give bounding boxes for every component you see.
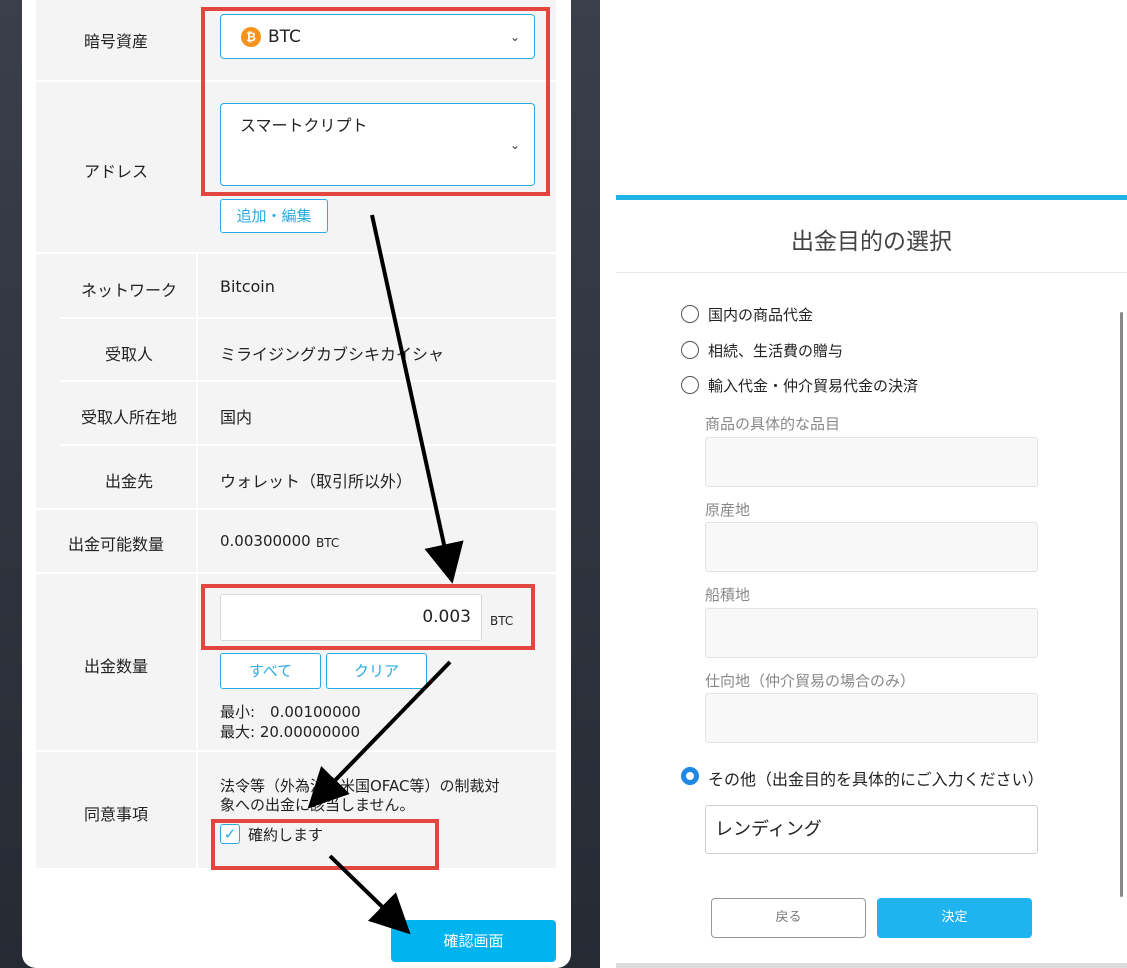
option-label[interactable]: 国内の商品代金	[708, 304, 813, 325]
max-amount-text: 最大: 20.00000000	[220, 723, 361, 741]
amount-label: 出金数量	[83, 657, 148, 676]
available-value: 0.00300000	[220, 532, 311, 550]
ok-button[interactable]: 決定	[877, 898, 1032, 938]
highlight-box-checkbox	[211, 819, 439, 870]
other-purpose-input[interactable]: レンディング	[705, 805, 1038, 854]
consent-text-line2: 象への出金に該当しません。	[220, 796, 415, 814]
available-unit: BTC	[316, 536, 340, 550]
modal-scrollbar[interactable]	[1120, 312, 1123, 897]
field-label: 船積地	[705, 586, 751, 604]
highlight-box-amount	[201, 584, 535, 650]
radio-inheritance-gift[interactable]	[681, 341, 699, 359]
clear-button[interactable]: クリア	[326, 653, 427, 689]
field-label: 原産地	[705, 501, 751, 519]
destination-field[interactable]	[705, 693, 1038, 743]
option-label[interactable]: 輸入代金・仲介貿易代金の決済	[708, 375, 918, 396]
column-divider	[196, 574, 198, 750]
consent-text-line1: 法令等（外為法・米国OFAC等）の制裁対	[220, 777, 500, 795]
recipient-location-value: 国内	[220, 408, 253, 427]
min-amount-text: 最小: 0.00100000	[220, 703, 361, 721]
highlight-box-crypto-address	[201, 7, 550, 196]
network-value: Bitcoin	[220, 277, 275, 296]
add-edit-button[interactable]: 追加・編集	[220, 199, 328, 233]
destination-value: ウォレット（取引所以外）	[220, 472, 413, 491]
back-button[interactable]: 戻る	[711, 898, 866, 938]
modal-divider	[616, 272, 1127, 273]
row-divider	[60, 317, 556, 319]
indent-bar	[36, 254, 60, 508]
radio-domestic-goods[interactable]	[681, 305, 699, 323]
screenshot-composite: 暗号資産 ₿ BTC ⌄ アドレス スマートクリプト ⌄ 追加・編集 ネットワー…	[0, 0, 1127, 968]
recipient-location-label: 受取人所在地	[80, 408, 177, 427]
radio-other[interactable]	[681, 767, 699, 785]
recipient-value: ミライジングカブシキカイシャ	[220, 345, 445, 364]
other-option-label[interactable]: その他（出金目的を具体的にご入力ください）	[708, 766, 1044, 790]
row-divider	[60, 380, 556, 382]
field-label: 仕向地（仲介貿易の場合のみ）	[705, 672, 916, 690]
network-label: ネットワーク	[80, 281, 177, 300]
all-button[interactable]: すべて	[220, 653, 321, 689]
consent-label: 同意事項	[83, 805, 148, 824]
field-label: 商品の具体的な品目	[705, 415, 841, 433]
product-item-field[interactable]	[705, 437, 1038, 487]
column-divider	[196, 510, 198, 572]
available-label: 出金可能数量	[67, 535, 164, 554]
shipping-port-field[interactable]	[705, 608, 1038, 658]
option-label[interactable]: 相続、生活費の贈与	[708, 340, 843, 361]
recipient-label: 受取人	[104, 345, 153, 364]
address-label: アドレス	[83, 162, 148, 181]
radio-import-trade[interactable]	[681, 376, 699, 394]
modal-title: 出金目的の選択	[791, 229, 952, 255]
destination-label: 出金先	[104, 472, 153, 491]
modal-bottom-edge	[616, 963, 1127, 968]
column-divider	[196, 752, 198, 868]
confirm-screen-button[interactable]: 確認画面	[391, 920, 556, 962]
origin-field[interactable]	[705, 522, 1038, 572]
row-divider	[60, 444, 556, 446]
crypto-label: 暗号資産	[83, 32, 148, 51]
